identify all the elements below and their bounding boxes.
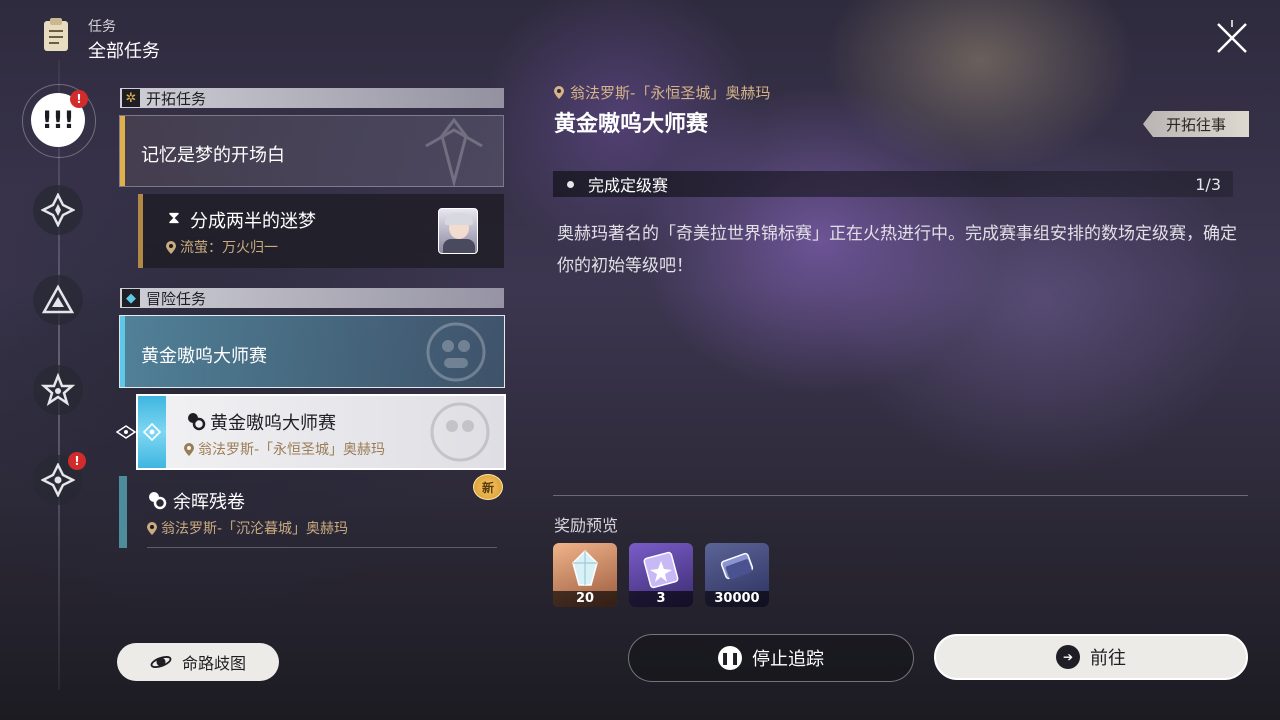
close-icon[interactable] [1212,18,1252,58]
mission-title: 余晖残卷 [173,492,245,513]
diamond-star-icon [33,185,83,235]
mission-item[interactable]: ⧗ 分成两半的迷梦 流萤：万火归一 [138,194,504,268]
location-text: 翁法罗斯-「永恒圣城」奥赫玛 [570,84,771,102]
location-text: 翁法罗斯-「沉沦暮城」奥赫玛 [161,521,349,537]
character-portrait [438,208,478,254]
mission-description: 奥赫玛著名的「奇美拉世界锦标赛」正在火热进行中。完成赛事组安排的数场定级赛，确定… [557,224,1237,276]
group-accent-bar [120,116,125,186]
mission-item-selected[interactable]: 黄金嗷呜大师赛 翁法罗斯-「永恒圣城」奥赫玛 [136,394,506,470]
new-badge: 新 [473,474,503,500]
reward-item-star-pass[interactable]: 3 [629,543,693,607]
clipboard-icon [44,18,68,51]
header-category: 任务 [88,19,116,35]
section-title: 开拓任务 [146,89,207,108]
chimera-emblem-icon [430,402,490,462]
go-to-button[interactable]: ➔ 前往 [934,634,1248,680]
adventure-mission-icon [188,413,206,431]
mission-title: 黄金嗷呜大师赛 [210,413,336,434]
adventure-mission-icon [149,492,167,510]
location-text: 翁法罗斯-「永恒圣城」奥赫玛 [198,442,386,458]
mission-location: 流萤：万火归一 [166,237,278,257]
navigate-arrow-icon: ➔ [1056,645,1080,669]
detail-location: 翁法罗斯-「永恒圣城」奥赫玛 [554,82,770,103]
reward-preview-label: 奖励预览 [554,516,619,535]
tracking-marker [138,396,166,468]
objective-text: 完成定级赛 [588,176,669,195]
notification-badge: ! [70,90,88,108]
bullet-icon [567,180,574,188]
triangle-icon [33,275,83,325]
sidebar-item-companion[interactable] [30,272,86,328]
pause-icon: ❚❚ [718,646,742,670]
chimera-emblem-icon [426,322,486,382]
reward-item-crystal[interactable]: 20 [553,543,617,607]
mission-group-card[interactable]: 记忆是梦的开场白 [119,115,504,187]
go-to-label: 前往 [1090,648,1126,669]
location-pin-icon [184,442,194,456]
location-text: 流萤：万火归一 [180,240,278,256]
planet-orbit-icon [150,656,172,668]
section-header-trailblaze: ✲ 开拓任务 [120,88,504,108]
stop-tracking-label: 停止追踪 [752,649,824,670]
sidebar-item-daily[interactable]: ! [30,452,86,508]
adventure-diamond-icon: ◆ [122,289,140,307]
divider [553,495,1248,496]
star-pass-icon [643,551,679,589]
star-icon [33,365,83,415]
divider [147,547,497,548]
crystal-icon [572,549,598,586]
objective-progress: 1/3 [1195,174,1221,194]
detail-title: 黄金嗷呜大师赛 [554,112,709,137]
selection-arrow-icon [116,425,136,439]
reward-qty: 20 [553,591,617,607]
trailblaze-emblem-icon [425,117,483,186]
trailblaze-gear-icon: ✲ [122,89,140,107]
mission-location: 翁法罗斯-「永恒圣城」奥赫玛 [184,439,385,459]
item-accent-bar [138,194,143,268]
stop-tracking-button[interactable]: ❚❚ 停止追踪 [628,634,914,682]
item-accent-bar [119,476,127,548]
group-accent-bar [120,316,125,387]
group-title: 黄金嗷呜大师赛 [141,346,267,367]
sidebar-item-all-missions[interactable]: !!! ! [30,90,88,148]
trailblaze-history-button[interactable]: 开拓往事 [1143,111,1249,137]
tracking-diamond-icon [143,423,161,441]
location-pin-icon [166,240,176,254]
notification-badge: ! [68,452,86,470]
sidebar-item-adventure[interactable] [30,362,86,418]
objective-bar: 完成定级赛 1/3 [553,171,1233,197]
reward-qty: 3 [629,591,693,607]
mission-title: 分成两半的迷梦 [190,211,316,232]
location-pin-icon [554,86,564,99]
reward-qty: 30000 [705,591,769,607]
path-map-button[interactable]: 命路歧图 [117,643,279,681]
reward-item-credit[interactable]: 30000 [705,543,769,607]
section-title: 冒险任务 [146,289,207,308]
sidebar-item-trailblaze[interactable] [30,182,86,238]
group-title: 记忆是梦的开场白 [141,145,285,166]
location-pin-icon [147,521,157,535]
mission-item[interactable]: 余晖残卷 翁法罗斯-「沉沦暮城」奥赫玛 新 [119,474,505,548]
credit-icon [720,552,754,580]
mission-location: 翁法罗斯-「沉沦暮城」奥赫玛 [147,518,348,538]
page-title: 全部任务 [88,41,160,62]
hourglass-icon: ⧗ [168,208,180,228]
mission-group-card-selected[interactable]: 黄金嗷呜大师赛 [119,315,505,388]
section-header-adventure: ◆ 冒险任务 [120,288,504,308]
path-map-label: 命路歧图 [181,654,246,673]
